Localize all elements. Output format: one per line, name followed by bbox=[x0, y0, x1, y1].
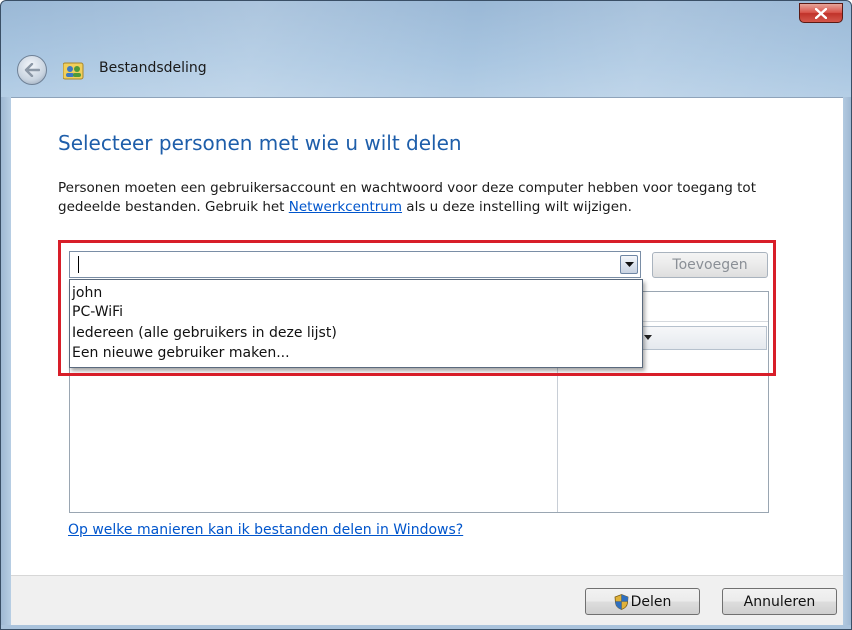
description-text: Personen moeten een gebruikersaccount en… bbox=[58, 179, 818, 217]
share-button[interactable]: Delen bbox=[585, 588, 700, 615]
cancel-button[interactable]: Annuleren bbox=[722, 588, 837, 615]
close-icon bbox=[815, 7, 827, 19]
window-title: Bestandsdeling bbox=[99, 60, 207, 76]
highlight-frame bbox=[58, 240, 776, 376]
back-arrow-icon bbox=[24, 63, 40, 77]
help-link[interactable]: Op welke manieren kan ik bestanden delen… bbox=[68, 522, 463, 538]
network-center-link[interactable]: Netwerkcentrum bbox=[289, 199, 402, 215]
share-button-label: Delen bbox=[630, 593, 672, 610]
close-button[interactable] bbox=[799, 3, 843, 23]
title-bar-sheen bbox=[1, 1, 851, 97]
page-heading: Selecteer personen met wie u wilt delen bbox=[58, 131, 462, 155]
window-frame-bottom bbox=[1, 625, 851, 629]
file-sharing-window: Bestandsdeling Selecteer personen met wi… bbox=[0, 0, 852, 630]
description-part2: als u deze instelling wilt wijzigen. bbox=[402, 199, 632, 215]
back-button[interactable] bbox=[17, 55, 47, 85]
uac-shield-icon bbox=[614, 593, 629, 610]
title-bar: Bestandsdeling bbox=[1, 1, 851, 97]
window-frame-left bbox=[1, 97, 11, 629]
users-sharing-icon bbox=[63, 62, 84, 80]
dialog-footer bbox=[11, 575, 843, 629]
